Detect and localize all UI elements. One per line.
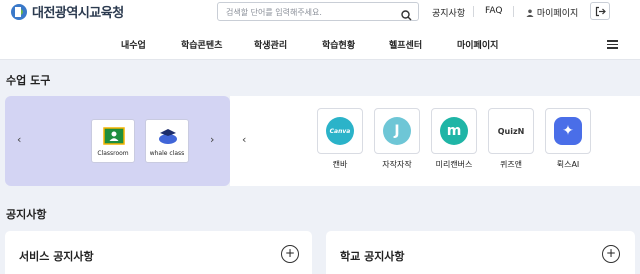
plus-icon[interactable]: + [281, 245, 299, 263]
nav-item-contents[interactable]: 학습콘텐츠 [181, 38, 222, 51]
prev-arrow-icon[interactable]: ‹ [17, 133, 21, 146]
search-icon[interactable] [401, 6, 412, 25]
notice-link[interactable]: 공지사항 [432, 6, 465, 19]
tool-quizn[interactable]: QuizN 퀴즈앤 [488, 108, 534, 170]
mypage-label: 마이페이지 [536, 9, 579, 19]
whale-class-card[interactable]: whale class [145, 119, 189, 163]
plus-icon[interactable]: + [602, 245, 620, 263]
whale-class-label: whale class [149, 150, 185, 157]
divider [513, 6, 514, 17]
nav-item-help[interactable]: 헬프센터 [389, 38, 422, 51]
faq-link[interactable]: FAQ [485, 6, 502, 16]
main-nav: 내수업 학습콘텐츠 학생관리 학습현황 헬프센터 마이페이지 [0, 24, 640, 60]
miricanvas-icon: m [440, 117, 468, 145]
tool-box: J [374, 108, 420, 154]
tool-jajak[interactable]: J 자작자작 [374, 108, 420, 170]
jajak-icon: J [383, 117, 411, 145]
card-title: 학교 공지사항 [340, 250, 405, 263]
tool-wrtn-ai[interactable]: ✦ 뤽스AI [545, 108, 591, 170]
nav-item-mypage[interactable]: 마이페이지 [457, 38, 498, 51]
tool-box: m [431, 108, 477, 154]
service-notice-card: 서비스 공지사항 + [5, 231, 312, 274]
card-title: 서비스 공지사항 [19, 250, 94, 263]
logout-icon [595, 6, 606, 17]
logo[interactable]: 대전광역시교육청 [10, 2, 124, 21]
tool-label: 캔바 [332, 160, 348, 169]
tool-box: Canva [317, 108, 363, 154]
divider [473, 6, 474, 17]
whale-class-icon [159, 129, 177, 144]
tool-canva[interactable]: Canva 캔바 [317, 108, 363, 170]
classroom-label: Classroom [97, 150, 129, 157]
section-title-notices: 공지사항 [6, 208, 47, 221]
tool-label: 자작자작 [382, 160, 412, 169]
logo-text: 대전광역시교육청 [32, 6, 124, 21]
google-classroom-icon [103, 127, 125, 145]
nav-item-status[interactable]: 학습현황 [322, 38, 355, 51]
tool-label: 퀴즈앤 [499, 160, 523, 169]
logo-icon [10, 3, 28, 21]
logout-button[interactable] [590, 2, 610, 20]
nav-item-my-class[interactable]: 내수업 [121, 38, 146, 51]
mypage-link[interactable]: 마이페이지 [526, 6, 578, 19]
featured-tools-panel: ‹ Classroom whale class › [5, 96, 230, 186]
tool-box: QuizN [488, 108, 534, 154]
menu-icon[interactable] [607, 40, 618, 49]
tool-box: ✦ [545, 108, 591, 154]
school-notice-card: 학교 공지사항 + [326, 231, 635, 274]
nav-item-students[interactable]: 학생관리 [254, 38, 287, 51]
top-bar: 대전광역시교육청 공지사항 FAQ 마이페이지 [0, 0, 640, 24]
tool-label: 미리캔버스 [435, 160, 473, 169]
search-box [217, 2, 419, 21]
tool-label: 뤽스AI [556, 160, 580, 169]
canva-icon: Canva [326, 117, 354, 145]
carousel-prev-icon[interactable]: ‹ [242, 133, 246, 146]
user-icon [526, 9, 534, 17]
wrtn-ai-icon: ✦ [554, 117, 582, 145]
quizn-icon: QuizN [497, 126, 525, 136]
tool-miricanvas[interactable]: m 미리캔버스 [431, 108, 477, 170]
next-arrow-icon[interactable]: › [210, 133, 214, 146]
section-title-tools: 수업 도구 [6, 74, 51, 87]
classroom-card[interactable]: Classroom [91, 119, 135, 163]
search-input[interactable] [226, 5, 396, 19]
